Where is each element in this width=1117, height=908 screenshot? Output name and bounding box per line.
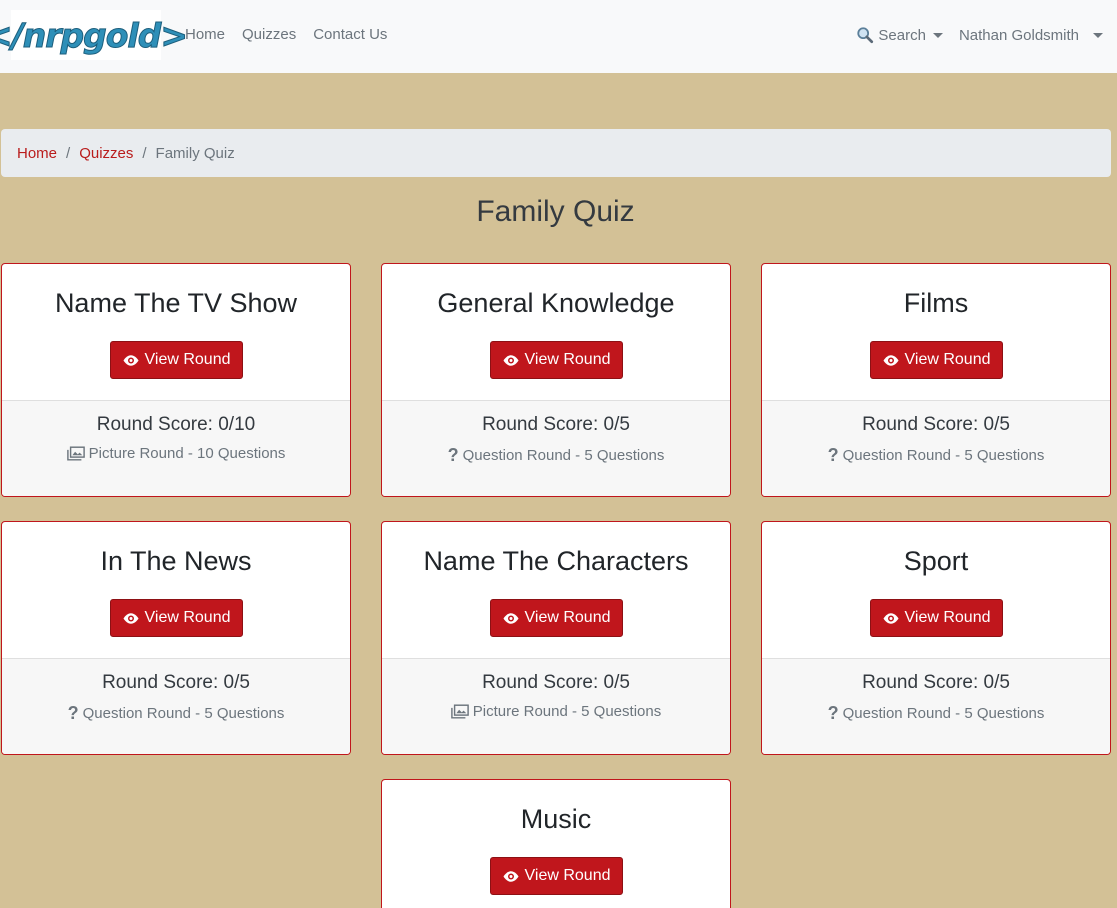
round-meta-text: Picture Round - 5 Questions <box>472 703 662 720</box>
view-round-label: View Round <box>524 867 611 884</box>
breadcrumb-separator: / <box>66 144 71 162</box>
search-label: Search <box>878 26 926 44</box>
search-icon <box>857 27 874 44</box>
round-meta-text: Question Round - 5 Questions <box>842 447 1045 464</box>
question-icon: ? <box>67 703 79 723</box>
nav-link-quizzes[interactable]: Quizzes <box>242 26 296 43</box>
round-card: Sport View Round Round Score: 0/5 ? Ques… <box>761 521 1111 755</box>
round-card: In The News View Round Round Score: 0/5 … <box>1 521 351 755</box>
round-meta: Picture Round - 5 Questions <box>450 703 662 720</box>
round-title: General Knowledge <box>437 288 675 318</box>
logo-text: </nrpgold> <box>0 15 188 55</box>
round-card: Name The Characters View Round Round Sco… <box>381 521 731 755</box>
round-title: Music <box>520 804 592 834</box>
round-score: Round Score: 0/5 <box>862 414 1010 435</box>
question-icon: ? <box>447 445 459 465</box>
eye-icon <box>123 354 138 366</box>
card-footer: Round Score: 0/10 Picture Round - 10 Que… <box>2 400 350 496</box>
round-card: Films View Round Round Score: 0/5 ? Ques… <box>761 263 1111 497</box>
round-meta: ? Question Round - 5 Questions <box>828 445 1045 466</box>
round-score: Round Score: 0/5 <box>862 672 1010 693</box>
card-body: Name The Characters View Round <box>382 522 730 658</box>
view-round-button[interactable]: View Round <box>869 599 1003 637</box>
view-round-label: View Round <box>904 609 991 626</box>
eye-icon <box>883 612 898 624</box>
round-meta-text: Question Round - 5 Questions <box>82 705 285 722</box>
view-round-button[interactable]: View Round <box>489 341 623 379</box>
view-round-label: View Round <box>144 609 231 626</box>
eye-icon <box>123 612 138 624</box>
card-body: In The News View Round <box>2 522 350 658</box>
round-meta: ? Question Round - 5 Questions <box>828 703 1045 724</box>
round-card: General Knowledge View Round Round Score… <box>381 263 731 497</box>
round-title: In The News <box>100 546 252 576</box>
user-dropdown[interactable]: Nathan Goldsmith <box>959 27 1103 44</box>
eye-icon <box>503 870 518 882</box>
view-round-button[interactable]: View Round <box>489 857 623 895</box>
eye-icon <box>883 354 898 366</box>
view-round-button[interactable]: View Round <box>869 341 1003 379</box>
round-card: Name The TV Show View Round Round Score:… <box>1 263 351 497</box>
question-icon: ? <box>827 445 839 465</box>
round-score: Round Score: 0/5 <box>102 672 250 693</box>
breadcrumb-current: Family Quiz <box>155 144 235 162</box>
view-round-label: View Round <box>524 351 611 368</box>
breadcrumb-home[interactable]: Home <box>17 145 57 162</box>
top-navbar: </nrpgold> Home Quizzes Contact Us Searc… <box>0 0 1117 73</box>
page-title: Family Quiz <box>476 195 635 228</box>
breadcrumb: Home / Quizzes / Family Quiz <box>1 129 1111 177</box>
breadcrumb-quizzes[interactable]: Quizzes <box>79 145 133 162</box>
view-round-button[interactable]: View Round <box>489 599 623 637</box>
card-footer: Round Score: 0/5 ? Question Round - 5 Qu… <box>382 400 730 496</box>
round-meta-text: Question Round - 5 Questions <box>462 447 665 464</box>
nav-links: Home Quizzes Contact Us <box>185 26 387 43</box>
user-name: Nathan Goldsmith <box>958 26 1079 44</box>
round-meta-text: Picture Round - 10 Questions <box>88 445 286 462</box>
round-title: Sport <box>903 546 969 576</box>
view-round-label: View Round <box>144 351 231 368</box>
card-footer: Round Score: 0/5 Picture Round - 5 Quest… <box>382 658 730 754</box>
round-score: Round Score: 0/10 <box>96 414 256 435</box>
eye-icon <box>503 612 518 624</box>
round-title: Films <box>903 288 969 318</box>
view-round-label: View Round <box>904 351 991 368</box>
round-title: Name The TV Show <box>54 288 298 318</box>
round-score: Round Score: 0/5 <box>482 414 630 435</box>
card-footer: Round Score: 0/5 ? Question Round - 5 Qu… <box>762 400 1110 496</box>
chevron-down-icon <box>1093 32 1103 38</box>
card-footer: Round Score: 0/5 ? Question Round - 5 Qu… <box>2 658 350 754</box>
breadcrumb-separator: / <box>142 144 147 162</box>
card-body: Music View Round <box>382 780 730 908</box>
view-round-button[interactable]: View Round <box>109 341 243 379</box>
view-round-button[interactable]: View Round <box>109 599 243 637</box>
picture-icon <box>450 704 469 719</box>
nav-link-home[interactable]: Home <box>185 26 225 43</box>
round-title: Name The Characters <box>423 546 689 576</box>
round-score: Round Score: 0/5 <box>482 672 630 693</box>
nav-link-contact[interactable]: Contact Us <box>313 26 387 43</box>
view-round-label: View Round <box>524 609 611 626</box>
card-body: General Knowledge View Round <box>382 264 730 400</box>
card-body: Name The TV Show View Round <box>2 264 350 400</box>
round-meta: ? Question Round - 5 Questions <box>68 703 285 724</box>
site-logo[interactable]: </nrpgold> <box>0 10 188 60</box>
card-body: Films View Round <box>762 264 1110 400</box>
round-meta: Picture Round - 10 Questions <box>66 445 286 462</box>
card-body: Sport View Round <box>762 522 1110 658</box>
search-dropdown[interactable]: Search <box>856 26 943 44</box>
nav-right: Search Nathan Goldsmith <box>856 26 1103 44</box>
card-footer: Round Score: 0/5 ? Question Round - 5 Qu… <box>762 658 1110 754</box>
round-card: Music View Round <box>381 779 731 908</box>
round-meta-text: Question Round - 5 Questions <box>842 705 1045 722</box>
question-icon: ? <box>827 703 839 723</box>
picture-icon <box>66 446 85 461</box>
eye-icon <box>503 354 518 366</box>
chevron-down-icon <box>932 32 943 38</box>
round-meta: ? Question Round - 5 Questions <box>448 445 665 466</box>
